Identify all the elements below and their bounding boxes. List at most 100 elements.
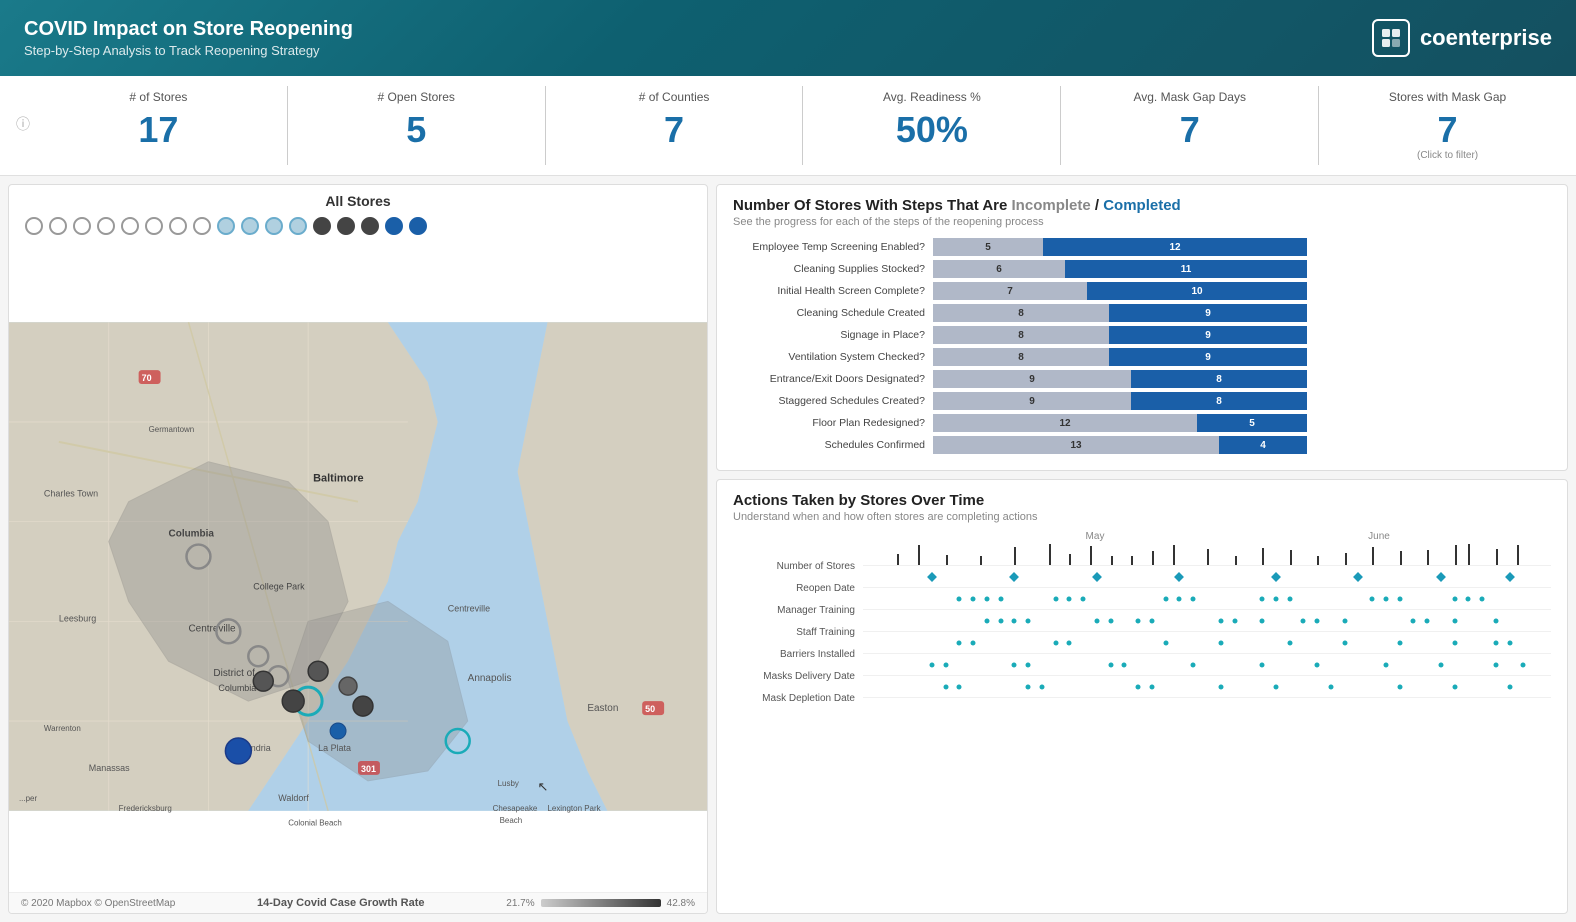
timeline-dot bbox=[943, 662, 948, 667]
svg-text:70: 70 bbox=[142, 373, 152, 383]
timeline-bar bbox=[1400, 551, 1402, 565]
store-dot-3[interactable] bbox=[97, 217, 115, 235]
bar-label-8: Floor Plan Redesigned? bbox=[733, 417, 933, 429]
timeline-dot bbox=[1438, 662, 1443, 667]
timeline-label-3: Staff Training bbox=[733, 621, 863, 643]
logo-text: coenterprise bbox=[1420, 25, 1552, 51]
svg-text:Waldorf: Waldorf bbox=[278, 793, 309, 803]
main-content: All Stores bbox=[0, 176, 1576, 922]
store-dot-6[interactable] bbox=[169, 217, 187, 235]
bar-row-4: Signage in Place? 8 9 bbox=[733, 326, 1551, 344]
kpi-item-1: # Open Stores5 bbox=[288, 86, 546, 165]
timeline-dot bbox=[1163, 640, 1168, 645]
timeline-bar bbox=[1173, 545, 1175, 565]
timeline-dot bbox=[1301, 618, 1306, 623]
timeline-dot bbox=[1218, 684, 1223, 689]
kpi-value-2: 7 bbox=[558, 112, 791, 148]
timeline-bar bbox=[918, 545, 920, 565]
map-container[interactable]: Charles Town Leesburg Warrenton ...per G… bbox=[9, 241, 707, 892]
kpi-bar: ⓘ # of Stores17# Open Stores5# of Counti… bbox=[0, 76, 1576, 176]
timeline-dot bbox=[1218, 618, 1223, 623]
timeline-dot bbox=[984, 596, 989, 601]
timeline-dot bbox=[1328, 684, 1333, 689]
store-dot-4[interactable] bbox=[121, 217, 139, 235]
bar-chart-title-prefix: Number Of Stores With Steps That Are bbox=[733, 197, 1012, 214]
svg-text:District of: District of bbox=[213, 668, 255, 679]
bar-complete-6: 8 bbox=[1131, 370, 1307, 388]
timeline-bar bbox=[1455, 545, 1457, 565]
kpi-value-3: 50% bbox=[815, 112, 1048, 148]
store-dot-7[interactable] bbox=[193, 217, 211, 235]
store-dot-10[interactable] bbox=[265, 217, 283, 235]
map-attribution: © 2020 Mapbox © OpenStreetMap bbox=[21, 898, 175, 909]
store-dot-9[interactable] bbox=[241, 217, 259, 235]
svg-text:Baltimore: Baltimore bbox=[313, 473, 364, 485]
timeline-dot bbox=[1094, 618, 1099, 623]
store-dot-15[interactable] bbox=[385, 217, 403, 235]
store-dot-12[interactable] bbox=[313, 217, 331, 235]
timeline-dot bbox=[1053, 596, 1058, 601]
timeline-dot bbox=[1149, 684, 1154, 689]
svg-text:Lusby: Lusby bbox=[498, 779, 519, 788]
timeline-data-row-4 bbox=[863, 632, 1551, 654]
svg-text:Charles Town: Charles Town bbox=[44, 489, 98, 499]
bar-complete-4: 9 bbox=[1109, 326, 1307, 344]
svg-text:Chesapeake: Chesapeake bbox=[493, 804, 538, 813]
timeline-bar bbox=[1372, 547, 1374, 565]
timeline-dot bbox=[1026, 662, 1031, 667]
svg-text:Colonial Beach: Colonial Beach bbox=[288, 819, 342, 828]
bar-complete-9: 4 bbox=[1219, 436, 1307, 454]
svg-text:301: 301 bbox=[361, 764, 376, 774]
map-footer: © 2020 Mapbox © OpenStreetMap 14-Day Cov… bbox=[9, 892, 707, 913]
bar-complete-5: 9 bbox=[1109, 348, 1307, 366]
map-footer-label: 14-Day Covid Case Growth Rate bbox=[175, 897, 506, 909]
timeline-label-4: Barriers Installed bbox=[733, 643, 863, 665]
timeline-dot bbox=[1260, 618, 1265, 623]
bar-container-6: 9 8 bbox=[933, 370, 1551, 388]
timeline-diamond bbox=[1436, 572, 1446, 582]
svg-text:Beach: Beach bbox=[500, 816, 523, 825]
store-dot-5[interactable] bbox=[145, 217, 163, 235]
store-dot-2[interactable] bbox=[73, 217, 91, 235]
bar-label-7: Staggered Schedules Created? bbox=[733, 395, 933, 407]
info-icon[interactable]: ⓘ bbox=[0, 114, 30, 134]
timeline-dot bbox=[1383, 662, 1388, 667]
timeline-data-row-6 bbox=[863, 676, 1551, 698]
store-dot-16[interactable] bbox=[409, 217, 427, 235]
bar-complete-2: 10 bbox=[1087, 282, 1307, 300]
timeline-panel: Actions Taken by Stores Over Time Unders… bbox=[716, 479, 1568, 914]
svg-text:Leesburg: Leesburg bbox=[59, 613, 96, 623]
store-dot-14[interactable] bbox=[361, 217, 379, 235]
timeline-months: May June bbox=[863, 531, 1551, 542]
kpi-label-2: # of Counties bbox=[558, 90, 791, 106]
kpi-item-5[interactable]: Stores with Mask Gap7(Click to filter) bbox=[1319, 86, 1576, 165]
timeline-dot bbox=[1053, 640, 1058, 645]
bar-row-2: Initial Health Screen Complete? 7 10 bbox=[733, 282, 1551, 300]
bar-row-9: Schedules Confirmed 13 4 bbox=[733, 436, 1551, 454]
bar-chart-subtitle: See the progress for each of the steps o… bbox=[733, 216, 1551, 228]
timeline-bar bbox=[1111, 556, 1113, 565]
timeline-dot bbox=[1260, 662, 1265, 667]
kpi-value-5: 7 bbox=[1331, 112, 1564, 148]
timeline-bar bbox=[1427, 550, 1429, 565]
kpi-value-0: 17 bbox=[42, 112, 275, 148]
store-dot-11[interactable] bbox=[289, 217, 307, 235]
timeline-bar bbox=[946, 555, 948, 565]
legend-min: 21.7% bbox=[506, 898, 534, 909]
store-dot-1[interactable] bbox=[49, 217, 67, 235]
timeline-bar bbox=[1090, 546, 1092, 565]
kpi-item-2: # of Counties 7 bbox=[546, 86, 804, 165]
page-subtitle: Step-by-Step Analysis to Track Reopening… bbox=[24, 43, 353, 58]
timeline-bar bbox=[1345, 553, 1347, 565]
timeline-dot bbox=[1177, 596, 1182, 601]
store-dot-8[interactable] bbox=[217, 217, 235, 235]
store-dot-0[interactable] bbox=[25, 217, 43, 235]
store-dot-13[interactable] bbox=[337, 217, 355, 235]
timeline-dot bbox=[1136, 684, 1141, 689]
timeline-dot bbox=[1081, 596, 1086, 601]
timeline-dot bbox=[957, 596, 962, 601]
kpi-label-5: Stores with Mask Gap bbox=[1331, 90, 1564, 106]
kpi-label-4: Avg. Mask Gap Days bbox=[1073, 90, 1306, 106]
timeline-diamond bbox=[1175, 572, 1185, 582]
bar-row-5: Ventilation System Checked? 8 9 bbox=[733, 348, 1551, 366]
